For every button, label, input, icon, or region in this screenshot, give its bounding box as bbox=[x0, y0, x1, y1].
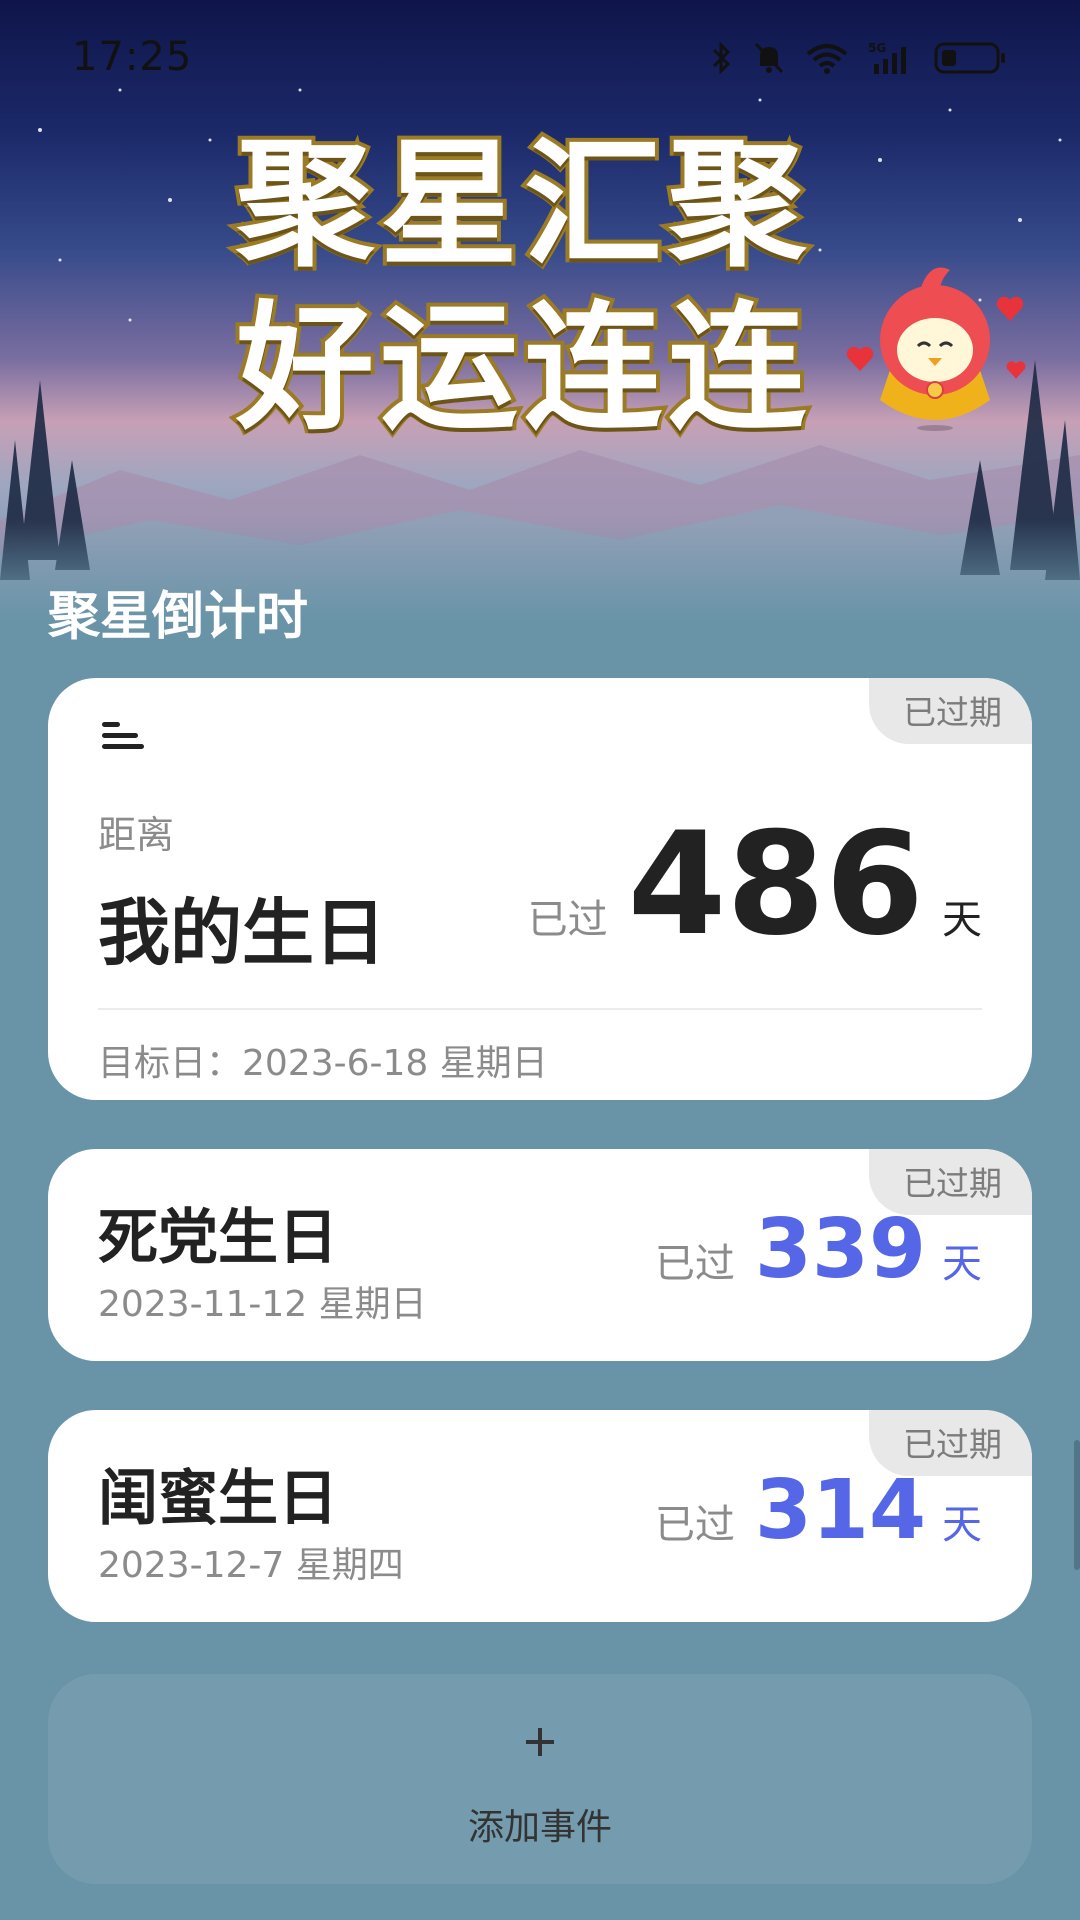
days-count: 339 bbox=[754, 1202, 926, 1297]
divider bbox=[98, 1008, 982, 1010]
passed-label: 已过 bbox=[527, 897, 608, 943]
expired-badge: 已过期 bbox=[869, 678, 1032, 744]
event-title: 我的生日 bbox=[98, 891, 387, 975]
event-title: 死党生日 bbox=[98, 1203, 338, 1273]
banner-title-line2: 好运连连 bbox=[232, 288, 813, 449]
event-card[interactable]: 已过期 闺蜜生日 2023-12-7 星期四 已过 314 天 bbox=[48, 1410, 1032, 1622]
heart-icon bbox=[846, 346, 874, 371]
add-event-button[interactable]: 添加事件 bbox=[48, 1674, 1032, 1884]
days-count: 486 bbox=[627, 802, 924, 967]
status-time: 17:25 bbox=[72, 34, 193, 80]
banner-title-line1: 聚星汇聚 bbox=[232, 124, 813, 285]
menu-icon[interactable] bbox=[100, 716, 146, 756]
scrollbar[interactable] bbox=[1074, 1440, 1080, 1570]
day-counter: 已过 339 天 bbox=[655, 1209, 982, 1291]
bluetooth-icon bbox=[712, 41, 731, 75]
days-unit: 天 bbox=[942, 1502, 982, 1548]
event-card-main[interactable]: 已过期 距离 我的生日 已过 486 天 目标日：2023-6-18 星期日 bbox=[48, 678, 1032, 1100]
passed-label: 已过 bbox=[654, 1502, 735, 1548]
wifi-icon bbox=[806, 44, 848, 74]
distance-label: 距离 bbox=[98, 813, 175, 857]
mute-bell-icon bbox=[754, 42, 784, 74]
passed-label: 已过 bbox=[654, 1241, 735, 1287]
event-date: 2023-12-7 星期四 bbox=[98, 1545, 404, 1586]
heart-icon bbox=[1006, 361, 1026, 379]
days-count: 314 bbox=[754, 1463, 926, 1558]
event-title: 闺蜜生日 bbox=[98, 1464, 338, 1534]
event-card[interactable]: 已过期 死党生日 2023-11-12 星期日 已过 339 天 bbox=[48, 1149, 1032, 1361]
target-date: 目标日：2023-6-18 星期日 bbox=[98, 1043, 548, 1084]
event-date: 2023-11-12 星期日 bbox=[98, 1284, 427, 1325]
days-unit: 天 bbox=[942, 1241, 982, 1287]
days-unit: 天 bbox=[942, 897, 982, 943]
status-bar: 17:25 5G bbox=[0, 0, 1080, 120]
battery-icon bbox=[934, 42, 1005, 74]
screen: 聚星汇聚 好运连连 17:25 5G 聚星倒计时 已过期 距离 我的生日 已过 … bbox=[0, 0, 1080, 1920]
day-counter: 已过 486 天 bbox=[528, 814, 982, 956]
heart-icon bbox=[996, 296, 1024, 321]
svg-text:5G: 5G bbox=[868, 41, 886, 55]
status-icons: 5G bbox=[710, 40, 1008, 76]
signal-5g-icon: 5G bbox=[868, 41, 906, 74]
day-counter: 已过 314 天 bbox=[655, 1470, 982, 1552]
add-event-label: 添加事件 bbox=[467, 1807, 612, 1848]
section-title: 聚星倒计时 bbox=[48, 587, 309, 647]
plus-icon bbox=[526, 1728, 554, 1756]
